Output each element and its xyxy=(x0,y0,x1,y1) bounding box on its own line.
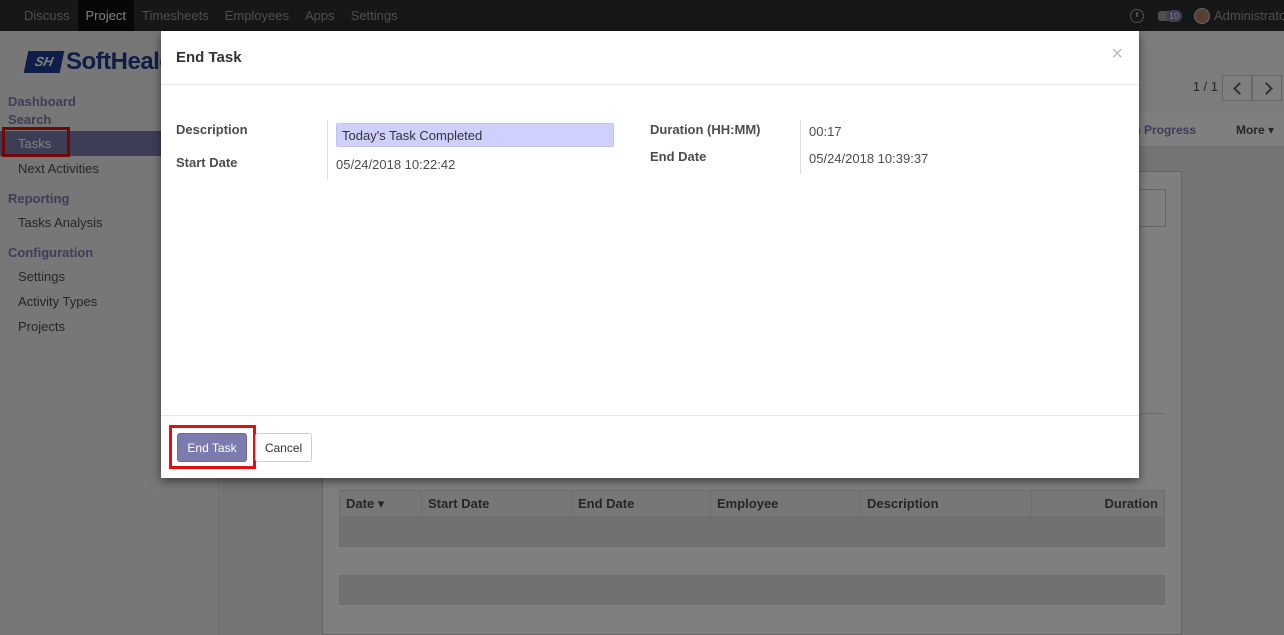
field-separator xyxy=(327,120,328,180)
close-icon[interactable]: × xyxy=(1111,44,1123,64)
duration-value: 00:17 xyxy=(809,124,842,139)
cancel-button[interactable]: Cancel xyxy=(255,433,312,462)
end-date-value: 05/24/2018 10:39:37 xyxy=(809,151,929,166)
end-date-label: End Date xyxy=(650,149,707,164)
dialog-footer: End Task Cancel xyxy=(161,415,1139,478)
end-task-button[interactable]: End Task xyxy=(177,433,247,462)
description-input[interactable] xyxy=(336,123,614,147)
end-task-dialog: End Task × Description Start Date 05/24/… xyxy=(161,31,1139,478)
start-date-value: 05/24/2018 10:22:42 xyxy=(336,157,456,172)
field-separator xyxy=(800,120,801,174)
dialog-body: Description Start Date 05/24/2018 10:22:… xyxy=(161,85,1139,415)
duration-label: Duration (HH:MM) xyxy=(650,122,761,137)
start-date-label: Start Date xyxy=(176,155,238,170)
dialog-header: End Task × xyxy=(161,31,1139,85)
description-label: Description xyxy=(176,122,248,137)
dialog-title: End Task xyxy=(176,49,242,66)
